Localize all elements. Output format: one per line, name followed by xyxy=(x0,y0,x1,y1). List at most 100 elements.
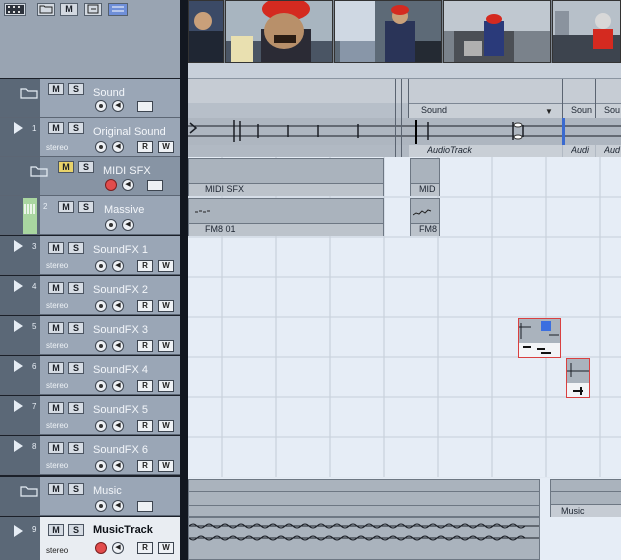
mute-button[interactable]: M xyxy=(48,442,64,454)
solo-button[interactable]: S xyxy=(68,282,84,294)
write-button[interactable]: W xyxy=(158,460,174,472)
sound-event-header-3[interactable]: Sou xyxy=(596,103,621,118)
audio-event-footer[interactable]: AudioTrack xyxy=(409,145,562,157)
read-button[interactable]: R xyxy=(137,340,153,352)
music-folder-part[interactable] xyxy=(188,479,540,517)
midi-sfx-folder-part-2[interactable]: MID xyxy=(410,158,440,196)
audio-event-footer-2[interactable]: Audi xyxy=(563,145,595,157)
toolbar-mute-button[interactable]: M xyxy=(60,3,78,16)
expand-triangle-icon[interactable] xyxy=(14,525,23,537)
speaker-icon[interactable]: ◀ xyxy=(112,141,124,153)
speaker-icon[interactable]: ◀ xyxy=(112,500,124,512)
folder-icon[interactable] xyxy=(30,165,48,177)
music-folder-part-2[interactable]: Music xyxy=(550,479,621,518)
film-strip-icon[interactable] xyxy=(4,3,26,16)
mute-button[interactable]: M xyxy=(48,362,64,374)
arrange-window[interactable]: Sound ▼ Soun Sou AudioTrack Audi Aud MID… xyxy=(188,0,621,560)
folder-icon[interactable] xyxy=(20,87,38,99)
sound-event-header[interactable]: Sound ▼ xyxy=(409,103,562,118)
music-audio-event[interactable] xyxy=(188,517,540,560)
solo-button[interactable]: S xyxy=(68,122,84,134)
solo-button[interactable]: S xyxy=(78,161,94,173)
expand-triangle-icon[interactable] xyxy=(14,280,23,292)
read-button[interactable]: R xyxy=(137,460,153,472)
write-button[interactable]: W xyxy=(158,141,174,153)
solo-button[interactable]: S xyxy=(68,242,84,254)
monitor-button[interactable] xyxy=(95,300,107,312)
edit-icon-button[interactable] xyxy=(84,3,102,16)
folder-icon-button[interactable] xyxy=(37,3,55,16)
write-button[interactable]: W xyxy=(158,420,174,432)
solo-button[interactable]: S xyxy=(68,362,84,374)
monitor-button[interactable] xyxy=(95,141,107,153)
expand-triangle-icon[interactable] xyxy=(14,240,23,252)
speaker-icon[interactable]: ◀ xyxy=(112,542,124,554)
write-button[interactable]: W xyxy=(158,340,174,352)
track-midi-sfx-folder[interactable]: M S MIDI SFX ◀ xyxy=(0,157,186,196)
track-sound-folder[interactable]: M S Sound ◀ xyxy=(0,79,186,118)
folder-icon[interactable] xyxy=(20,485,38,497)
expand-triangle-icon[interactable] xyxy=(14,122,23,134)
speaker-icon[interactable]: ◀ xyxy=(112,420,124,432)
solo-button[interactable]: S xyxy=(78,201,94,213)
sound-event-header-2[interactable]: Soun xyxy=(563,103,595,118)
mute-button[interactable]: M xyxy=(48,242,64,254)
mute-button[interactable]: M xyxy=(48,483,64,495)
write-button[interactable]: W xyxy=(158,542,174,554)
record-enable-button[interactable] xyxy=(95,542,107,554)
monitor-button[interactable] xyxy=(95,460,107,472)
panel-divider[interactable] xyxy=(180,0,188,560)
folder-toggle-icon[interactable] xyxy=(137,501,153,512)
speaker-icon[interactable]: ◀ xyxy=(112,380,124,392)
speaker-icon[interactable]: ◀ xyxy=(122,179,134,191)
soundfx3-event[interactable] xyxy=(518,318,561,358)
track-massive[interactable]: 2 M S Massive ◀ xyxy=(0,196,186,235)
track-music-track[interactable]: 9 M S MusicTrack stereo ◀ R W xyxy=(0,517,186,560)
expand-triangle-icon[interactable] xyxy=(14,400,23,412)
monitor-button[interactable] xyxy=(95,500,107,512)
track-soundfx-5[interactable]: 7 M S SoundFX 5 stereo ◀ R W xyxy=(0,396,186,435)
read-button[interactable]: R xyxy=(137,380,153,392)
soundfx4-event[interactable] xyxy=(566,358,590,398)
speaker-icon[interactable]: ◀ xyxy=(112,340,124,352)
expand-triangle-icon[interactable] xyxy=(14,320,23,332)
monitor-button[interactable] xyxy=(95,420,107,432)
dropdown-arrow-icon[interactable]: ▼ xyxy=(545,107,553,116)
monitor-button[interactable] xyxy=(95,380,107,392)
expand-triangle-icon[interactable] xyxy=(14,440,23,452)
monitor-button[interactable] xyxy=(105,219,117,231)
speaker-icon[interactable]: ◀ xyxy=(112,100,124,112)
solo-button[interactable]: S xyxy=(68,483,84,495)
solo-button[interactable]: S xyxy=(68,322,84,334)
monitor-button[interactable] xyxy=(95,340,107,352)
write-button[interactable]: W xyxy=(158,300,174,312)
expand-triangle-icon[interactable] xyxy=(14,360,23,372)
mute-button[interactable]: M xyxy=(48,402,64,414)
folder-toggle-icon[interactable] xyxy=(137,101,153,112)
midi-sfx-folder-part[interactable]: MIDI SFX xyxy=(188,158,384,196)
mute-button[interactable]: M xyxy=(58,201,74,213)
track-soundfx-1[interactable]: 3 M S SoundFX 1 stereo ◀ R W xyxy=(0,236,186,275)
timeline-ruler[interactable] xyxy=(188,63,621,79)
read-button[interactable]: R xyxy=(137,260,153,272)
track-soundfx-2[interactable]: 4 M S SoundFX 2 stereo ◀ R W xyxy=(0,276,186,315)
fm8-midi-part[interactable]: FM8 01 xyxy=(188,198,384,236)
track-soundfx-3[interactable]: 5 M S SoundFX 3 stereo ◀ R W xyxy=(0,316,186,355)
track-soundfx-6[interactable]: 8 M S SoundFX 6 stereo ◀ R W xyxy=(0,436,186,475)
fm8-midi-part-2[interactable]: FM8 xyxy=(410,198,440,236)
read-button[interactable]: R xyxy=(137,141,153,153)
read-button[interactable]: R xyxy=(137,420,153,432)
record-enable-button[interactable] xyxy=(105,179,117,191)
speaker-icon[interactable]: ◀ xyxy=(112,460,124,472)
monitor-button[interactable] xyxy=(95,260,107,272)
audio-event-footer-3[interactable]: Aud xyxy=(596,145,621,157)
solo-button[interactable]: S xyxy=(68,442,84,454)
solo-button[interactable]: S xyxy=(68,524,84,536)
mute-button[interactable]: M xyxy=(48,83,64,95)
monitor-button[interactable] xyxy=(95,100,107,112)
mute-button[interactable]: M xyxy=(48,282,64,294)
read-button[interactable]: R xyxy=(137,542,153,554)
read-button[interactable]: R xyxy=(137,300,153,312)
folder-toggle-icon[interactable] xyxy=(147,180,163,191)
speaker-icon[interactable]: ◀ xyxy=(122,219,134,231)
